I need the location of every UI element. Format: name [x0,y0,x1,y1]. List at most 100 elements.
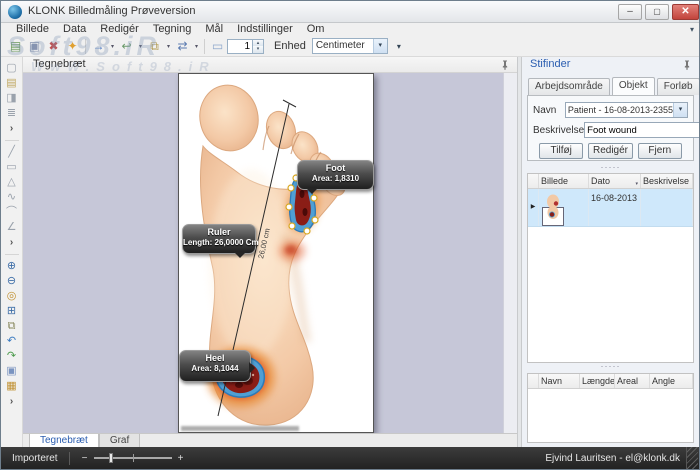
angle-tool-icon[interactable]: ∠ [1,220,22,235]
transfer-caret-icon[interactable]: ▾ [192,43,201,50]
stifinder-tabs: Arbejdsområde Objekt Forløb [522,78,699,95]
polygon-tool-icon[interactable]: △ [1,175,22,190]
tab-objekt[interactable]: Objekt [612,77,655,95]
zoom-out-icon[interactable]: ⊖ [1,274,22,289]
column-laengde[interactable]: Længde [580,374,615,388]
save-button[interactable]: ▣ [25,37,44,55]
zoom-spinner-input[interactable] [227,39,253,54]
slider-thumb[interactable] [109,453,113,463]
unit-dropdown-icon[interactable]: ▾ [373,39,387,53]
freehand-tool-icon[interactable]: ∿ [1,190,22,205]
user-info-text: Ejvind Lauritsen - el@klonk.dk [545,453,680,464]
display-button[interactable]: ▭ [208,37,227,55]
redo-icon[interactable]: ↷ [1,349,22,364]
stamp-icon[interactable]: ◨ [1,91,22,106]
pan-icon[interactable]: ⊞ [1,304,22,319]
column-angle[interactable]: Angle [650,374,693,388]
close-button[interactable]: ✕ [672,4,699,20]
title-bar: KLONK Billedmåling Prøveversion – ▢ ✕ [1,1,699,23]
zoom-area-icon[interactable]: ◎ [1,289,22,304]
grid-icon[interactable]: ▦ [1,379,22,394]
menu-tegning[interactable]: Tegning [146,23,199,36]
minimize-button[interactable]: – [618,4,642,20]
navn-value: Patient - 16-08-2013-2355 [566,103,673,117]
menu-indstillinger[interactable]: Indstillinger [230,23,300,36]
unit-combobox[interactable]: Centimeter ▾ [312,38,388,54]
pin-icon[interactable] [682,60,692,70]
delete-image-button[interactable]: ✖ [44,37,63,55]
rect-tool-icon[interactable]: ▭ [1,160,22,175]
canvas-scrollbar[interactable] [503,73,517,433]
slider-minus-icon[interactable]: − [81,453,89,464]
measurements-table-empty-area [528,389,693,442]
patient-image[interactable]: 26,00 cm Foot Area: 1,8310 Ruler Length:… [178,73,374,433]
navn-dropdown-icon[interactable]: ▾ [673,103,687,117]
zoom-slider[interactable]: − + [81,453,185,464]
annotate-button[interactable]: ✦ [63,37,82,55]
copy-page-button[interactable]: ⧉ [145,37,164,55]
drawing-panel-title: Tegnebræt [33,58,86,70]
expand-more-icon[interactable]: › [1,235,22,250]
copy-icon[interactable]: ⧉ [1,319,22,334]
menu-maal[interactable]: Mål [198,23,230,36]
horizontal-splitter[interactable]: ····· [522,164,699,171]
measurements-table: Navn Længde Areal Angle [527,373,694,443]
menubar-overflow-icon[interactable]: ▾ [690,25,694,34]
toolbar-more-icon[interactable]: ▾ [397,42,401,51]
slider-plus-icon[interactable]: + [177,453,185,464]
back-caret-icon[interactable]: ▾ [136,43,145,50]
spinner-down-icon[interactable]: ▾ [253,46,263,53]
expand-more-icon[interactable]: › [1,394,22,409]
drawing-canvas[interactable]: 26,00 cm Foot Area: 1,8310 Ruler Length:… [23,73,503,433]
tool-strip-separator [5,254,19,255]
pin-icon[interactable] [500,60,510,70]
thumbnail-cell[interactable] [539,189,589,226]
menu-rediger[interactable]: Redigér [93,23,146,36]
maximize-button[interactable]: ▢ [645,4,669,20]
beskrivelse-input[interactable] [584,122,700,138]
fjern-button[interactable]: Fjern [638,143,682,159]
rediger-button[interactable]: Redigér [588,143,632,159]
undo-icon[interactable]: ↶ [1,334,22,349]
sort-arrow-icon[interactable]: ▾ [635,178,638,188]
export-button[interactable]: → [89,37,108,55]
zoom-in-icon[interactable]: ⊕ [1,259,22,274]
zoom-spinner-buttons[interactable]: ▴ ▾ [253,39,264,54]
column-navn[interactable]: Navn [539,374,580,388]
foot-callout-value: Area: 1,8310 [298,174,373,184]
menu-billede[interactable]: Billede [9,23,56,36]
tab-arbejdsomraade[interactable]: Arbejdsområde [528,78,610,95]
import-label: Importeret [12,453,58,464]
stifinder-title: Stifinder [530,58,570,70]
back-icon: ↩ [121,39,131,53]
tilfoej-button[interactable]: Tilføj [539,143,583,159]
slider-track[interactable] [94,457,172,459]
image-table-row[interactable]: ▶ 16-08-2013 [528,189,693,227]
menu-om[interactable]: Om [300,23,332,36]
back-button[interactable]: ↩ [117,37,136,55]
curve-tool-icon[interactable]: ⌒ [1,205,22,220]
transfer-icon: ⇄ [177,39,187,53]
navn-combobox[interactable]: Patient - 16-08-2013-2355 ▾ [565,102,688,118]
menu-data[interactable]: Data [56,23,93,36]
copy-page-icon: ⧉ [150,39,159,54]
tab-forloeb[interactable]: Forløb [657,78,700,95]
column-areal[interactable]: Areal [615,374,650,388]
import-image-button[interactable]: ▤ [6,37,25,55]
new-page-icon[interactable]: ▤ [1,76,22,91]
export-caret-icon[interactable]: ▾ [108,43,117,50]
expand-more-icon[interactable]: › [1,121,22,136]
copy-page-caret-icon[interactable]: ▾ [164,43,173,50]
column-billede[interactable]: Billede [539,174,589,188]
slider-tick [133,454,134,462]
column-dato[interactable]: Dato▾ [589,174,641,188]
horizontal-splitter[interactable]: ····· [522,363,699,370]
layers-icon[interactable]: ≣ [1,106,22,121]
foot-callout-title: Foot [298,163,373,174]
column-beskrivelse[interactable]: Beskrivelse [641,174,693,188]
transfer-button[interactable]: ⇄ [173,37,192,55]
line-tool-icon[interactable]: ╱ [1,145,22,160]
image-icon[interactable]: ▣ [1,364,22,379]
resize-grip[interactable] [686,447,698,469]
select-icon[interactable]: ▢ [1,61,22,76]
